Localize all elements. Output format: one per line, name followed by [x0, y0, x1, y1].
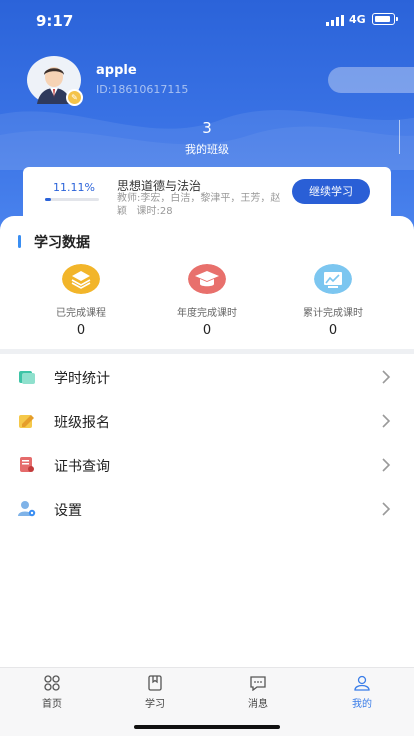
chart-board-icon: [314, 264, 352, 294]
course-progress-fill: [45, 198, 51, 201]
user-id: ID:18610617115: [96, 83, 189, 96]
tab-label: 学习: [145, 699, 165, 710]
hours-stats-icon: [19, 371, 35, 384]
battery-icon: [372, 13, 398, 25]
stat-label: 年度完成课时: [177, 308, 237, 319]
graduation-cap-icon: [188, 264, 226, 294]
chevron-right-icon: [382, 370, 391, 384]
study-data-title: 学习数据: [34, 235, 90, 251]
certificate-icon: [20, 457, 34, 472]
continue-study-button[interactable]: 继续学习: [292, 179, 370, 204]
stat-value: 0: [328, 323, 338, 338]
edit-badge-icon[interactable]: ✎: [66, 89, 83, 106]
chevron-right-icon: [382, 502, 391, 516]
section-marker: [18, 235, 21, 248]
tab-label: 首页: [42, 699, 62, 710]
class-signup-icon: [19, 415, 34, 428]
course-progress-bar: [45, 198, 99, 201]
content-sheet: 学习数据 已完成课程 0 年度完成课时 0 累计完成课时 0 学时统计 班级报名…: [0, 216, 414, 667]
section-divider: [0, 349, 414, 354]
home-indicator: [134, 725, 280, 729]
profile-icon: [354, 675, 370, 691]
stat-value: 0: [202, 323, 212, 338]
status-time: 9:17: [36, 12, 74, 30]
stat-label: 已完成课程: [56, 308, 106, 319]
menu-item-certificate[interactable]: 证书查询: [0, 443, 414, 487]
stat-value: 0: [76, 323, 86, 338]
menu-item-settings[interactable]: 设置: [0, 487, 414, 531]
chevron-right-icon: [382, 414, 391, 428]
study-icon: [148, 675, 162, 691]
menu-item-class-signup[interactable]: 班级报名: [0, 399, 414, 443]
layers-icon: [62, 264, 100, 294]
tab-label: 消息: [248, 699, 268, 710]
status-bar: 9:17 4G: [0, 0, 414, 40]
course-meta: 教师:李宏，白洁，黎津平，王芳，赵颖 课时:28: [117, 192, 289, 218]
signal-icon: [326, 15, 344, 26]
tab-profile[interactable]: 我的: [322, 675, 402, 710]
stat-total-hours[interactable]: 累计完成课时 0: [273, 264, 393, 338]
tab-home[interactable]: 首页: [12, 675, 92, 710]
settings-icon: [18, 501, 36, 517]
home-icon: [44, 675, 60, 691]
menu-item-hours-stats[interactable]: 学时统计: [0, 355, 414, 399]
menu-item-label: 设置: [54, 503, 82, 519]
chevron-right-icon: [382, 458, 391, 472]
tab-message[interactable]: 消息: [218, 675, 298, 710]
header-divider: [399, 120, 400, 154]
my-class-count[interactable]: 3: [0, 119, 414, 137]
network-type: 4G: [349, 13, 366, 26]
menu-item-label: 证书查询: [54, 459, 110, 475]
stat-label: 累计完成课时: [303, 308, 363, 319]
stat-annual-hours[interactable]: 年度完成课时 0: [147, 264, 267, 338]
course-progress-text: 11.11%: [53, 181, 95, 194]
username: apple: [96, 63, 137, 78]
my-class-label[interactable]: 我的班级: [0, 141, 414, 157]
tab-label: 我的: [352, 699, 372, 710]
stat-completed-courses[interactable]: 已完成课程 0: [21, 264, 141, 338]
header-pill-button[interactable]: [328, 67, 414, 93]
tab-study[interactable]: 学习: [115, 675, 195, 710]
menu-item-label: 学时统计: [54, 371, 110, 387]
menu-item-label: 班级报名: [54, 415, 110, 431]
message-icon: [250, 676, 266, 691]
